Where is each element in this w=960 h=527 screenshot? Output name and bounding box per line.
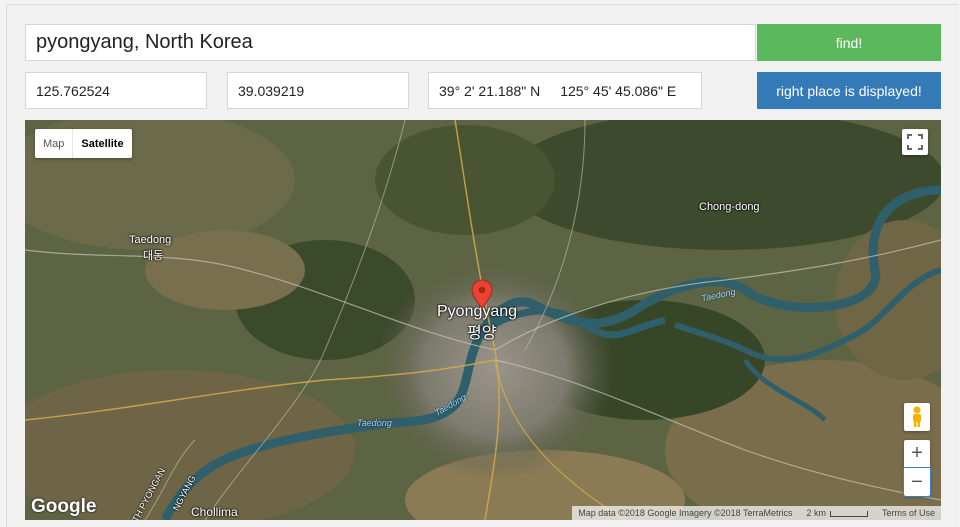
zoom-out-button[interactable]: −	[903, 467, 931, 497]
attribution-text: Map data ©2018 Google Imagery ©2018 Terr…	[578, 508, 793, 518]
find-button[interactable]: find!	[757, 24, 941, 61]
map-attribution: Map data ©2018 Google Imagery ©2018 Terr…	[572, 506, 941, 520]
map-type-satellite[interactable]: Satellite	[73, 129, 131, 158]
zoom-control: + −	[903, 440, 931, 497]
fullscreen-icon	[907, 134, 923, 150]
scale-bar	[829, 510, 868, 517]
google-logo: Google	[31, 496, 97, 517]
street-view-pegman[interactable]	[904, 403, 930, 431]
scale-control[interactable]: 2 km	[806, 508, 868, 518]
chollima-label: Chollima	[191, 505, 238, 519]
latitude-field[interactable]	[227, 72, 409, 109]
longitude-field[interactable]	[25, 72, 207, 109]
zoom-in-button[interactable]: +	[904, 440, 930, 468]
taedong-town-korean-label: 대동	[143, 250, 164, 262]
pegman-icon	[913, 406, 921, 427]
search-input[interactable]	[25, 24, 756, 61]
dms-field[interactable]: 39° 2' 21.188" N 125° 45' 45.086" E	[428, 72, 702, 109]
right-place-button[interactable]: right place is displayed!	[757, 72, 941, 109]
dms-latitude: 39° 2' 21.188" N	[439, 82, 541, 99]
chong-dong-label: Chong-dong	[699, 201, 760, 213]
fullscreen-button[interactable]	[902, 129, 928, 155]
terms-link[interactable]: Terms of Use	[882, 508, 935, 518]
map-canvas[interactable]: Pyongyang 평양 Taedong 대동 Chong-dong Choll…	[25, 120, 941, 520]
scale-label: 2 km	[806, 508, 826, 518]
dms-longitude: 125° 45' 45.086" E	[560, 82, 677, 99]
city-label-korean: 평양	[467, 325, 497, 342]
map-type-control: Map Satellite	[35, 129, 132, 158]
map-type-map[interactable]: Map	[35, 129, 74, 158]
river-label-west: Taedong	[357, 418, 392, 428]
taedong-town-label: Taedong	[129, 234, 172, 246]
